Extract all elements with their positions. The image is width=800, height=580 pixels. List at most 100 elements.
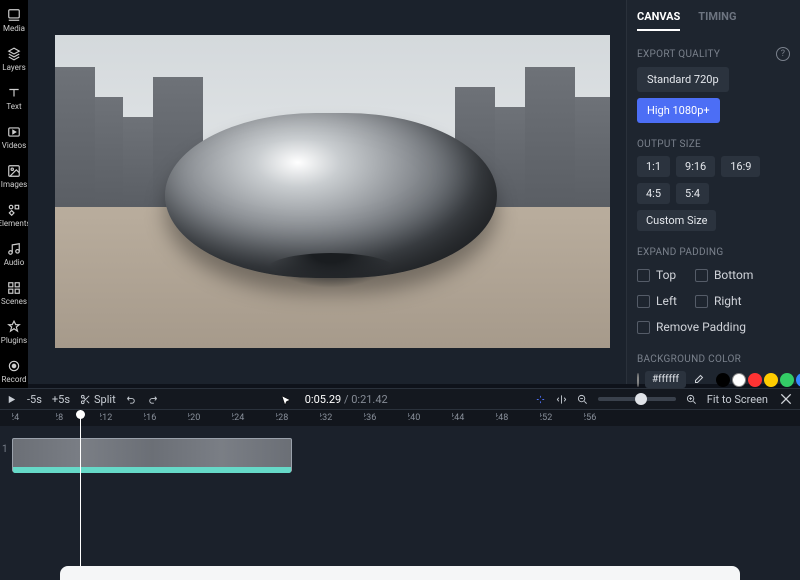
split-label: Split [94, 393, 116, 406]
rail-elements[interactable]: Elements [0, 203, 28, 228]
ruler-tick: :48 [496, 413, 540, 423]
checkbox-icon [637, 269, 650, 282]
rail-plugins[interactable]: Plugins [0, 320, 28, 345]
layers-icon [7, 47, 21, 61]
padding-right-checkbox[interactable]: Right [695, 290, 753, 312]
zoom-out-icon [577, 394, 588, 405]
aspect-16-9-button[interactable]: 16:9 [721, 156, 760, 177]
properties-panel: CANVAS TIMING EXPORT QUALITY ? Standard … [626, 0, 800, 384]
ruler-tick: :12 [100, 413, 144, 423]
text-icon [7, 86, 21, 100]
zoom-slider[interactable] [598, 397, 676, 401]
back-5s-button[interactable]: -5s [27, 393, 42, 406]
aspect-5-4-button[interactable]: 5:4 [676, 183, 709, 204]
color-hex-input[interactable]: #ffffff [645, 371, 686, 388]
zoom-out-button[interactable] [577, 394, 588, 405]
swatch-red[interactable] [748, 373, 762, 387]
checkbox-icon [637, 321, 650, 334]
rail-label: Media [3, 24, 25, 33]
tab-canvas[interactable]: CANVAS [637, 10, 680, 31]
rail-label: Layers [2, 63, 25, 72]
canvas-frame[interactable] [55, 35, 610, 348]
rail-record[interactable]: Record [0, 359, 28, 384]
ruler-tick: :44 [452, 413, 496, 423]
split-button[interactable]: Split [80, 393, 116, 406]
output-size-presets: 1:1 9:16 16:9 4:5 5:4 [637, 156, 790, 204]
help-icon[interactable]: ? [776, 47, 790, 61]
checkbox-label: Top [656, 268, 676, 282]
padding-top-checkbox[interactable]: Top [637, 264, 677, 286]
ruler-tick: :16 [144, 413, 188, 423]
background-color-label: BACKGROUND COLOR [637, 354, 790, 365]
eyedropper-icon[interactable] [692, 373, 704, 387]
rail-text[interactable]: Text [0, 86, 28, 111]
aspect-9-16-button[interactable]: 9:16 [676, 156, 715, 177]
total-time: 0:21.42 [351, 393, 387, 406]
custom-size-button[interactable]: Custom Size [637, 210, 716, 231]
zoom-in-icon [686, 394, 697, 405]
export-quality-label: EXPORT QUALITY ? [637, 47, 790, 61]
checkbox-label: Remove Padding [656, 320, 746, 334]
rail-label: Record [1, 375, 26, 384]
swatch-blue[interactable] [796, 373, 800, 387]
background-color-row: #ffffff [637, 371, 790, 388]
preview-building [123, 117, 153, 207]
redo-button[interactable] [147, 394, 158, 405]
record-icon [7, 359, 21, 373]
redo-icon [147, 394, 158, 405]
ruler-tick: :24 [232, 413, 276, 423]
rail-label: Images [1, 180, 27, 189]
play-icon [6, 394, 17, 405]
quality-high-button[interactable]: High 1080p+ [637, 98, 720, 123]
tab-timing[interactable]: TIMING [698, 10, 736, 31]
video-clip[interactable] [12, 438, 292, 472]
current-color-swatch[interactable] [637, 373, 639, 387]
zoom-in-button[interactable] [686, 394, 697, 405]
rail-images[interactable]: Images [0, 164, 28, 189]
images-icon [7, 164, 21, 178]
swatch-green[interactable] [780, 373, 794, 387]
ruler-tick: :28 [276, 413, 320, 423]
ruler-tick: :52 [540, 413, 584, 423]
playhead[interactable] [80, 410, 81, 570]
play-button[interactable] [6, 394, 17, 405]
swatch-black[interactable] [716, 373, 730, 387]
swatch-white[interactable] [732, 373, 746, 387]
padding-bottom-checkbox[interactable]: Bottom [695, 264, 753, 286]
undo-button[interactable] [126, 394, 137, 405]
blade-button[interactable] [556, 394, 567, 405]
remove-padding-checkbox[interactable]: Remove Padding [637, 316, 790, 338]
bottom-bar [60, 566, 740, 580]
audio-icon [7, 242, 21, 256]
rail-layers[interactable]: Layers [0, 47, 28, 72]
timeline-toolbar: -5s +5s Split 0:05.29 / 0:21.42 Fit to S… [0, 388, 800, 410]
checkbox-icon [637, 295, 650, 308]
media-icon [7, 8, 21, 22]
rail-label: Audio [4, 258, 25, 267]
preview-building [575, 97, 610, 207]
fit-to-screen-button[interactable]: Fit to Screen [707, 393, 768, 406]
aspect-1-1-button[interactable]: 1:1 [637, 156, 670, 177]
rail-videos[interactable]: Videos [0, 125, 28, 150]
rail-media[interactable]: Media [0, 8, 28, 33]
timeline-ruler[interactable]: :4 :8 :12 :16 :20 :24 :28 :32 :36 :40 :4… [0, 410, 800, 426]
rail-audio[interactable]: Audio [0, 242, 28, 267]
checkbox-label: Right [714, 294, 742, 308]
forward-5s-button[interactable]: +5s [52, 393, 70, 406]
snap-button[interactable] [535, 394, 546, 405]
rail-label: Elements [0, 219, 31, 228]
ruler-tick: :40 [408, 413, 452, 423]
ruler-tick: :4 [12, 413, 56, 423]
ruler-tick: :32 [320, 413, 364, 423]
aspect-4-5-button[interactable]: 4:5 [637, 183, 670, 204]
ruler-tick: :20 [188, 413, 232, 423]
scenes-icon [7, 281, 21, 295]
timeline-area[interactable] [0, 426, 800, 580]
canvas-preview-area [28, 0, 626, 384]
ruler-tick: :56 [584, 413, 628, 423]
padding-left-checkbox[interactable]: Left [637, 290, 677, 312]
quality-standard-button[interactable]: Standard 720p [637, 67, 729, 92]
close-button[interactable] [778, 391, 794, 407]
swatch-yellow[interactable] [764, 373, 778, 387]
rail-scenes[interactable]: Scenes [0, 281, 28, 306]
